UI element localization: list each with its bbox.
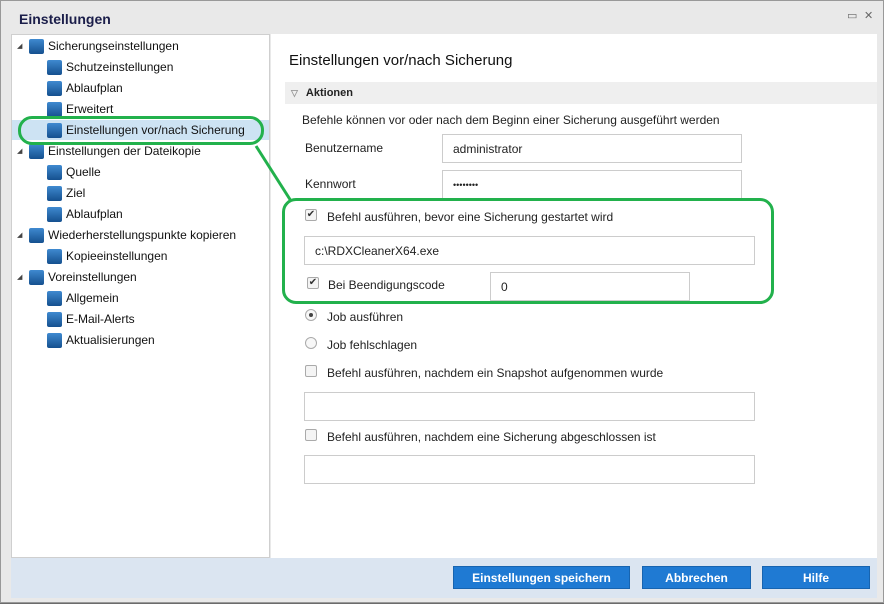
- annotation-connector: [254, 145, 293, 202]
- settings-dialog: Einstellungen ▭ ✕ ◢ Sicherungseinstellung…: [0, 0, 884, 603]
